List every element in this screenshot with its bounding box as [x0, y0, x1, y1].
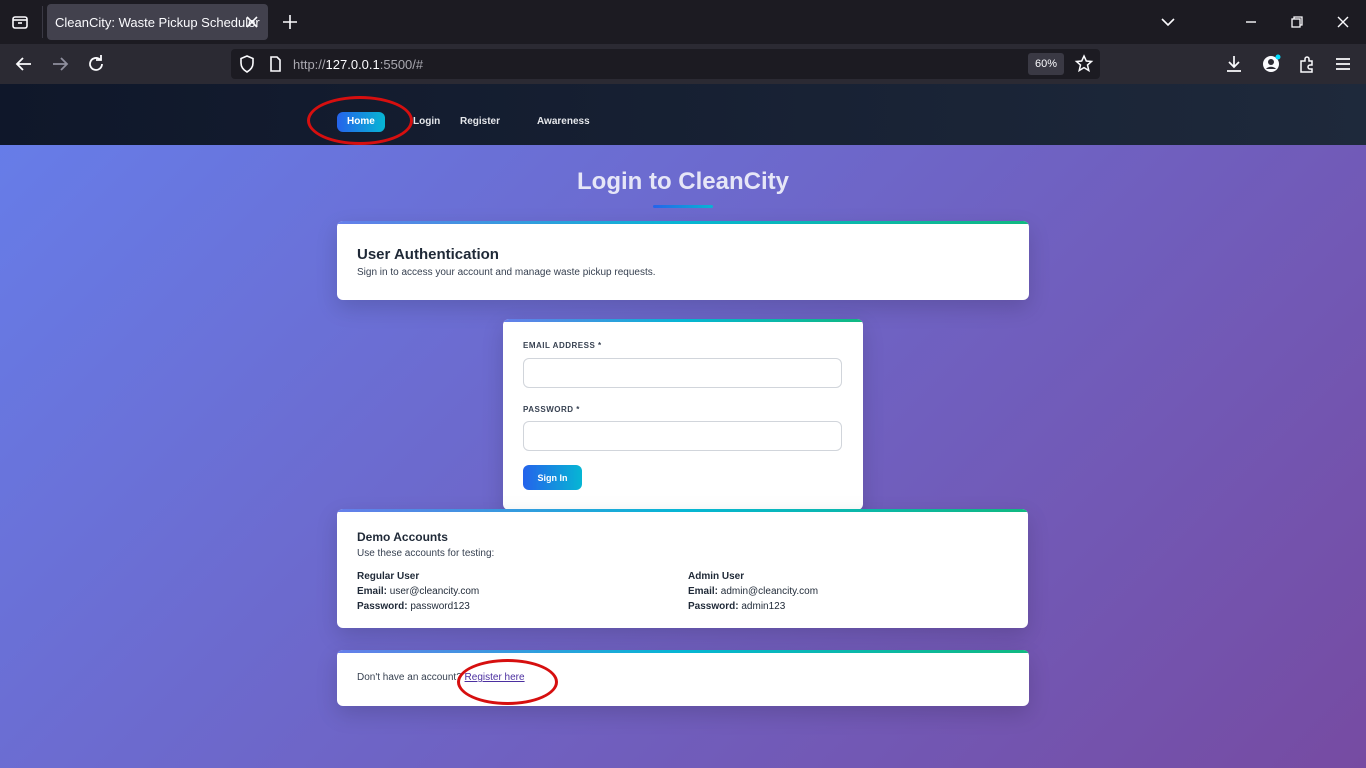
- page-title: Login to CleanCity: [577, 168, 789, 195]
- browser-tab-active[interactable]: CleanCity: Waste Pickup Scheduler: [47, 4, 268, 40]
- browser-tab-bar: CleanCity: Waste Pickup Scheduler: [0, 0, 1366, 44]
- account-icon[interactable]: [1259, 52, 1283, 76]
- tab-separator: [42, 6, 43, 38]
- annotation-circle-home: [307, 96, 413, 145]
- forward-icon[interactable]: [48, 52, 72, 76]
- page-icon[interactable]: [263, 52, 287, 76]
- site-header: Home Login Register Awareness: [0, 84, 1366, 145]
- bookmark-star-icon[interactable]: [1072, 52, 1096, 76]
- restore-icon[interactable]: [1286, 11, 1308, 33]
- close-window-icon[interactable]: [1332, 11, 1354, 33]
- register-prompt-card: Don't have an account? Register here: [337, 650, 1029, 706]
- demo-role: Regular User: [357, 571, 420, 582]
- demo-password: password123: [410, 601, 470, 612]
- tab-title: CleanCity: Waste Pickup Scheduler: [55, 15, 260, 30]
- zoom-level-badge[interactable]: 60%: [1028, 53, 1064, 75]
- reload-icon[interactable]: [84, 52, 108, 76]
- sign-in-button[interactable]: Sign In: [523, 465, 582, 490]
- demo-role: Admin User: [688, 571, 745, 582]
- annotation-circle-register: [457, 659, 558, 705]
- url-text[interactable]: http://127.0.0.1:5500/#: [293, 57, 423, 72]
- shield-icon[interactable]: [235, 52, 259, 76]
- demo-account-regular: Regular User Email: user@cleancity.com P…: [357, 571, 480, 612]
- register-prompt-text: Don't have an account?: [357, 672, 462, 683]
- demo-accounts-card: Demo Accounts Use these accounts for tes…: [337, 509, 1028, 628]
- minimize-icon[interactable]: [1240, 11, 1262, 33]
- nav-login[interactable]: Login: [413, 112, 440, 132]
- close-tab-icon[interactable]: [242, 12, 262, 32]
- tab-list-icon[interactable]: [8, 10, 32, 34]
- password-label: PASSWORD *: [523, 405, 580, 414]
- login-form-card: EMAIL ADDRESS * PASSWORD * Sign In: [503, 319, 863, 510]
- downloads-icon[interactable]: [1222, 52, 1246, 76]
- password-field[interactable]: [523, 421, 842, 451]
- demo-email: admin@cleancity.com: [720, 586, 819, 597]
- new-tab-icon[interactable]: [279, 11, 301, 33]
- demo-intro: Use these accounts for testing:: [357, 548, 495, 559]
- browser-toolbar: http://127.0.0.1:5500/# 60%: [0, 44, 1366, 84]
- nav-awareness[interactable]: Awareness: [537, 112, 590, 132]
- demo-email: user@cleancity.com: [389, 586, 480, 597]
- back-icon[interactable]: [12, 52, 36, 76]
- url-bar[interactable]: http://127.0.0.1:5500/# 60%: [231, 49, 1100, 79]
- email-field[interactable]: [523, 358, 842, 388]
- menu-icon[interactable]: [1331, 52, 1355, 76]
- demo-password: admin123: [741, 601, 786, 612]
- title-underline: [653, 205, 713, 208]
- demo-account-admin: Admin User Email: admin@cleancity.com Pa…: [688, 571, 819, 612]
- list-all-tabs-icon[interactable]: [1157, 11, 1179, 33]
- auth-card-subtitle: Sign in to access your account and manag…: [357, 267, 656, 278]
- auth-info-card: User Authentication Sign in to access yo…: [337, 221, 1029, 300]
- auth-card-title: User Authentication: [357, 246, 499, 263]
- web-page: Home Login Register Awareness Login to C…: [0, 84, 1366, 768]
- email-label: EMAIL ADDRESS *: [523, 341, 602, 350]
- demo-title: Demo Accounts: [357, 530, 448, 544]
- extensions-icon[interactable]: [1295, 52, 1319, 76]
- nav-register[interactable]: Register: [460, 112, 500, 132]
